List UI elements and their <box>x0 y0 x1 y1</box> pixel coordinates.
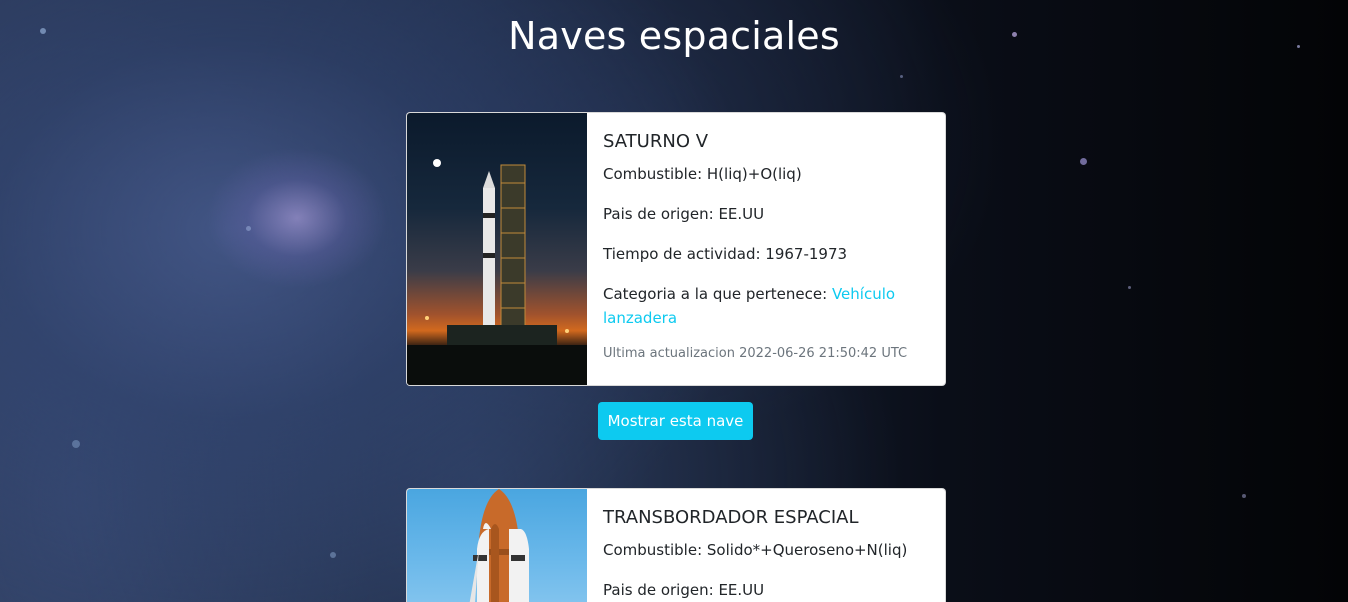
background-star <box>1080 158 1087 165</box>
fuel-label: Combustible: <box>603 165 707 183</box>
ship-name: SATURNO V <box>603 131 709 152</box>
ship-fuel: Combustible: Solido*+Queroseno+N(liq) <box>603 538 929 562</box>
ship-card-body: SATURNO V Combustible: H(liq)+O(liq) Pai… <box>587 113 945 385</box>
page-title: Naves espaciales <box>508 14 840 58</box>
background-star <box>1242 494 1246 498</box>
ship-origin: Pais de origen: EE.UU <box>603 578 929 602</box>
fuel-value: Solido*+Queroseno+N(liq) <box>706 541 908 559</box>
fuel-label: Combustible: <box>603 541 707 559</box>
ship-activity: Tiempo de actividad: 1967-1973 <box>603 242 929 266</box>
category-label: Categoria a la que pertenece: <box>603 285 832 303</box>
origin-label: Pais de origen: <box>603 205 719 223</box>
ship-card: TRANSBORDADOR ESPACIAL Combustible: Soli… <box>406 488 946 602</box>
last-updated: Ultima actualizacion 2022-06-26 21:50:42… <box>603 346 908 361</box>
origin-value: EE.UU <box>718 205 765 223</box>
fuel-value: H(liq)+O(liq) <box>706 165 802 183</box>
background-star <box>1128 286 1131 289</box>
activity-label: Tiempo de actividad: <box>603 245 766 263</box>
ship-fuel: Combustible: H(liq)+O(liq) <box>603 162 929 186</box>
ship-image <box>407 113 587 385</box>
show-ship-button[interactable]: Mostrar esta nave <box>598 402 753 440</box>
activity-value: 1967-1973 <box>765 245 848 263</box>
ship-origin: Pais de origen: EE.UU <box>603 202 929 226</box>
background-star <box>900 75 903 78</box>
ship-card: SATURNO V Combustible: H(liq)+O(liq) Pai… <box>406 112 946 386</box>
origin-value: EE.UU <box>718 581 765 599</box>
background-star <box>246 226 251 231</box>
background-star <box>330 552 336 558</box>
background-star <box>72 440 80 448</box>
ship-card-body: TRANSBORDADOR ESPACIAL Combustible: Soli… <box>587 489 945 602</box>
ship-name: TRANSBORDADOR ESPACIAL <box>603 507 859 528</box>
ship-category: Categoria a la que pertenece: Vehículo l… <box>603 282 929 330</box>
origin-label: Pais de origen: <box>603 581 719 599</box>
ship-image <box>407 489 587 602</box>
